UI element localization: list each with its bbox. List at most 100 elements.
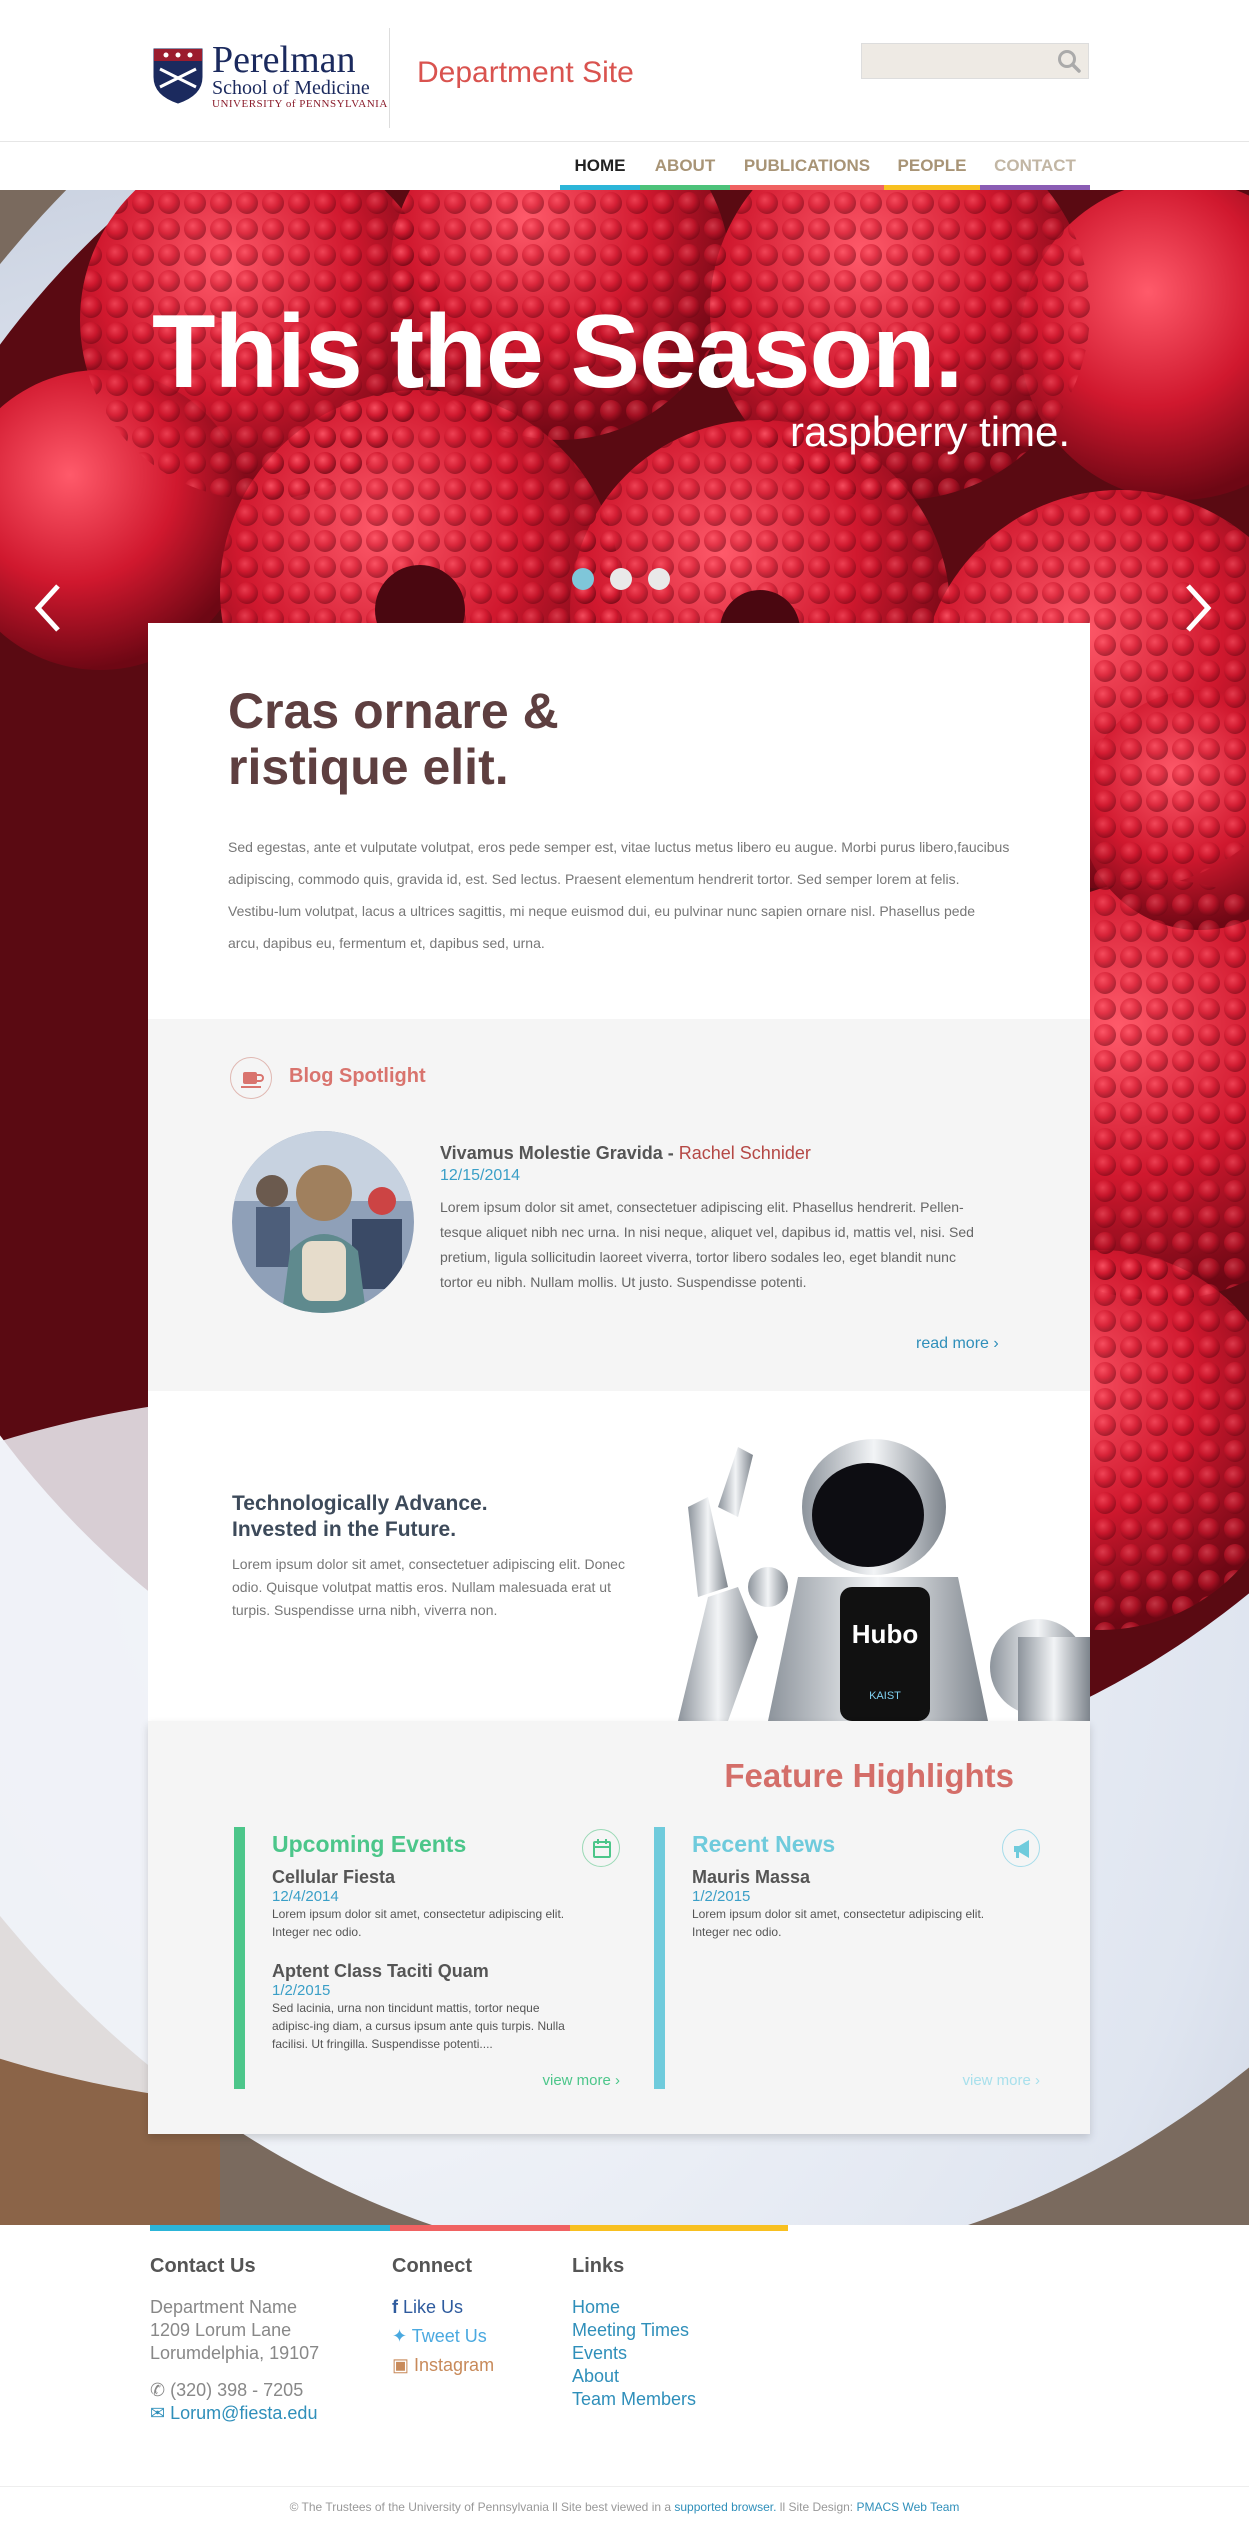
- blog-post-title-text: Vivamus Molestie Gravida -: [440, 1143, 679, 1163]
- footer-link-team-members[interactable]: Team Members: [572, 2388, 696, 2411]
- news-body: Lorem ipsum dolor sit amet, consectetur …: [692, 1907, 985, 1939]
- tech-body: Lorem ipsum dolor sit amet, consectetuer…: [232, 1556, 625, 1618]
- slide-dot-2[interactable]: [610, 568, 632, 590]
- nav-people[interactable]: PEOPLE: [884, 142, 980, 190]
- upcoming-events-heading: Upcoming Events: [272, 1831, 467, 1857]
- footer-links: Links Home Meeting Times Events About Te…: [572, 2255, 696, 2411]
- nav-about[interactable]: ABOUT: [640, 142, 730, 190]
- next-slide-arrow[interactable]: [1178, 580, 1218, 636]
- supported-browser-link[interactable]: supported browser.: [674, 2500, 776, 2514]
- instagram-icon: ▣: [392, 2355, 410, 2375]
- footer-link-home[interactable]: Home: [572, 2296, 696, 2319]
- technology-section: Technologically Advance. Invested in the…: [148, 1391, 1090, 1721]
- nav-publications[interactable]: PUBLICATIONS: [730, 142, 884, 190]
- prev-slide-arrow[interactable]: [28, 580, 68, 636]
- blog-post-title[interactable]: Vivamus Molestie Gravida - Rachel Schnid…: [440, 1143, 811, 1164]
- links-heading: Links: [572, 2255, 625, 2277]
- news-item[interactable]: Mauris Massa 1/2/2015 Lorem ipsum dolor …: [692, 1867, 992, 1941]
- search-box: [861, 43, 1089, 79]
- footer-connect: Connect f Like Us ✦ Tweet Us ▣ Instagram: [392, 2255, 494, 2377]
- phone-number: (320) 398 - 7205: [170, 2380, 304, 2400]
- search-icon[interactable]: [1056, 48, 1082, 74]
- news-view-more-link[interactable]: view more ›: [962, 2072, 1040, 2089]
- site-header: Perelman School of Medicine UNIVERSITY o…: [0, 0, 1249, 142]
- upcoming-events-column: Upcoming Events Cellular Fiesta 12/4/201…: [234, 1827, 620, 2089]
- event-body: Sed lacinia, urna non tincidunt mattis, …: [272, 2001, 565, 2051]
- search-input[interactable]: [862, 44, 1042, 78]
- footer-divider: [0, 2486, 1249, 2487]
- event-title: Aptent Class Taciti Quam: [272, 1961, 489, 1981]
- read-more-link[interactable]: read more ›: [916, 1335, 999, 1353]
- email-address: Lorum@fiesta.edu: [170, 2403, 318, 2423]
- copyright-line: © The Trustees of the University of Penn…: [0, 2500, 1249, 2514]
- facebook-icon: f: [392, 2297, 398, 2317]
- footer-contact: Contact Us Department Name 1209 Lorum La…: [150, 2255, 319, 2425]
- hero-headline: This the Season.: [152, 294, 963, 410]
- intro-body: Sed egestas, ante et vulputate volutpat,…: [228, 839, 1010, 951]
- blog-spotlight-section: Blog Spotlight Vivamus Molestie Gravida …: [148, 1019, 1090, 1391]
- event-date: 12/4/2014: [272, 1888, 339, 1905]
- twitter-link[interactable]: ✦ Tweet Us: [392, 2325, 494, 2348]
- calendar-icon: [582, 1829, 620, 1867]
- tech-title-line1: Technologically Advance.: [232, 1492, 488, 1515]
- logo-university: UNIVERSITY of PENNSYLVANIA: [212, 98, 388, 110]
- intro-section: Cras ornare & ristique elit. Sed egestas…: [148, 623, 1090, 1019]
- slide-indicators: [572, 568, 670, 590]
- blog-post-date: 12/15/2014: [440, 1167, 521, 1184]
- event-item[interactable]: Cellular Fiesta 12/4/2014 Lorem ipsum do…: [272, 1867, 572, 1941]
- nav-people-label: PEOPLE: [897, 156, 967, 175]
- envelope-icon: ✉: [150, 2403, 166, 2423]
- contact-dept: Department Name: [150, 2297, 298, 2317]
- footer-link-meeting-times[interactable]: Meeting Times: [572, 2319, 696, 2342]
- contact-heading: Contact Us: [150, 2255, 256, 2277]
- slide-dot-1[interactable]: [572, 568, 594, 590]
- twitter-icon: ✦: [392, 2326, 408, 2346]
- events-view-more-link[interactable]: view more ›: [542, 2072, 620, 2089]
- site-design-link[interactable]: PMACS Web Team: [856, 2500, 959, 2514]
- coffee-cup-icon: [230, 1057, 272, 1099]
- logo-name: Perelman: [212, 39, 356, 81]
- contact-email[interactable]: ✉ Lorum@fiesta.edu: [150, 2402, 319, 2425]
- news-stripe: [654, 1827, 665, 2089]
- blog-author-name[interactable]: Rachel Schnider: [679, 1143, 811, 1163]
- instagram-link[interactable]: ▣ Instagram: [392, 2354, 494, 2377]
- recent-news-column: Recent News Mauris Massa 1/2/2015 Lorem …: [654, 1827, 1040, 2089]
- facebook-link[interactable]: f Like Us: [392, 2296, 494, 2319]
- header-divider: [389, 28, 390, 128]
- footer-color-bar: [390, 2225, 570, 2231]
- feature-highlights-title: Feature Highlights: [724, 1757, 1014, 1794]
- feature-highlights-section: Feature Highlights Upcoming Events Cellu…: [148, 1721, 1090, 2134]
- content-card: Cras ornare & ristique elit. Sed egestas…: [148, 623, 1090, 2134]
- nav-contact[interactable]: CONTACT: [980, 142, 1090, 190]
- contact-street: 1209 Lorum Lane: [150, 2320, 292, 2340]
- footer-link-events[interactable]: Events: [572, 2342, 696, 2365]
- shield-icon: [153, 48, 203, 104]
- footer-link-about[interactable]: About: [572, 2365, 696, 2388]
- events-stripe: [234, 1827, 245, 2089]
- nav-contact-label: CONTACT: [994, 156, 1076, 175]
- recent-news-heading: Recent News: [692, 1831, 836, 1857]
- phone-icon: ✆: [150, 2380, 166, 2400]
- footer-color-bar: [150, 2225, 390, 2231]
- tech-title-line2: Invested in the Future.: [232, 1518, 457, 1541]
- nav-home[interactable]: HOME: [560, 142, 640, 190]
- contact-phone: ✆ (320) 398 - 7205: [150, 2379, 319, 2402]
- perelman-logo[interactable]: Perelman School of Medicine UNIVERSITY o…: [152, 39, 388, 110]
- nav-publications-label: PUBLICATIONS: [743, 156, 871, 175]
- slide-dot-3[interactable]: [648, 568, 670, 590]
- intro-title: Cras ornare & ristique elit.: [228, 683, 559, 795]
- twitter-label: Tweet Us: [411, 2326, 487, 2346]
- hero-subline: raspberry time.: [790, 408, 1071, 455]
- event-body: Lorem ipsum dolor sit amet, consectetur …: [272, 1907, 565, 1939]
- event-item[interactable]: Aptent Class Taciti Quam 1/2/2015 Sed la…: [272, 1961, 572, 2053]
- department-title[interactable]: Department Site: [417, 56, 634, 90]
- copyright-text: © The Trustees of the University of Penn…: [289, 2500, 675, 2514]
- blog-post-body: Lorem ipsum dolor sit amet, consectetuer…: [440, 1199, 974, 1290]
- event-title: Cellular Fiesta: [272, 1867, 396, 1887]
- site-footer: Contact Us Department Name 1209 Lorum La…: [0, 2225, 1249, 2535]
- robot-label: Hubo: [852, 1619, 918, 1649]
- robot-image: Hubo KAIST: [678, 1439, 1090, 1721]
- megaphone-icon: [1002, 1829, 1040, 1867]
- nav-home-label: HOME: [574, 156, 626, 175]
- contact-city: Lorumdelphia, 19107: [150, 2343, 320, 2363]
